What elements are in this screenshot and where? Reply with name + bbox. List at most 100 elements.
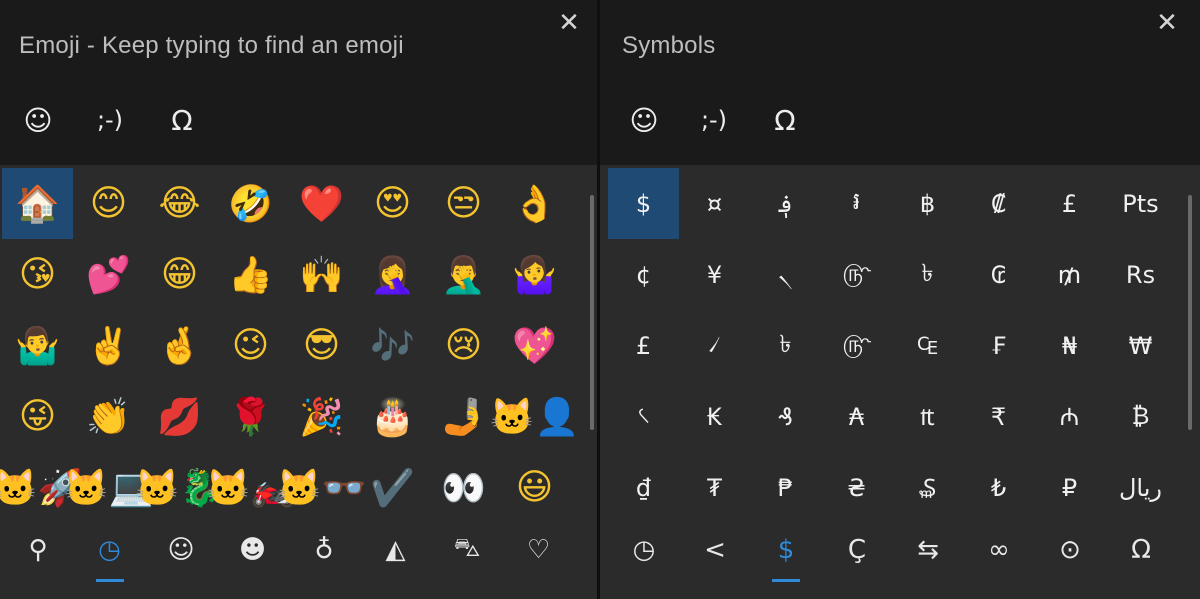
emoji-cell[interactable]: 😒 [428, 168, 499, 239]
emoji-cell[interactable]: 👍 [215, 239, 286, 310]
symbol-cell[interactable]: ₳ [821, 381, 892, 452]
emoji-cell[interactable]: ✔️ [357, 452, 428, 523]
symbol-cell[interactable]: ৲ [750, 239, 821, 310]
car-icon[interactable]: ⛍ [437, 522, 497, 578]
close-icon[interactable]: ✕ [1154, 10, 1180, 36]
symbol-cell[interactable]: ¢ [608, 239, 679, 310]
symbol-cell[interactable]: ₢ [963, 239, 1034, 310]
emoji-cell[interactable]: 😁 [144, 239, 215, 310]
emoji-cell[interactable]: 🐱‍👓 [277, 452, 367, 523]
symbol-cell[interactable]: ₴ [821, 452, 892, 523]
emoji-cell[interactable]: 😍 [357, 168, 428, 239]
symbol-cell[interactable]: $ [608, 168, 679, 239]
emoji-cell[interactable]: 🐱‍🐉 [135, 452, 225, 523]
emoji-cell[interactable]: 🙌 [286, 239, 357, 310]
circled-dot-icon[interactable]: ⊙ [1040, 522, 1100, 578]
symbol-cell[interactable]: ₩ [1105, 310, 1176, 381]
symbol-cell[interactable]: ¥ [679, 239, 750, 310]
c-cedilla-icon[interactable]: Ç [827, 522, 887, 578]
symbol-cell[interactable]: ៛ [821, 168, 892, 239]
emoji-cell[interactable]: 🤦‍♀️ [357, 239, 428, 310]
symbol-cell[interactable]: ₺ [963, 452, 1034, 523]
emoji-cell[interactable]: 😂 [144, 168, 215, 239]
emoji-cell[interactable]: 🏠 [2, 168, 73, 239]
emoji-cell[interactable]: 😊 [73, 168, 144, 239]
symbol-cell[interactable]: ৳ [750, 310, 821, 381]
emoji-cell[interactable]: 😎 [286, 310, 357, 381]
tab-emoji[interactable]: ☺ [614, 90, 674, 150]
emoji-cell[interactable]: 💖 [499, 310, 570, 381]
emoji-cell[interactable]: 🐱‍💻 [64, 452, 154, 523]
recent-clock-icon[interactable]: ◷ [80, 522, 140, 582]
symbol-cell[interactable]: ₡ [963, 168, 1034, 239]
symbol-cell[interactable]: ₰ [750, 381, 821, 452]
emoji-cell[interactable]: 🤞 [144, 310, 215, 381]
symbol-cell[interactable]: ₦ [1034, 310, 1105, 381]
emoji-cell[interactable]: 😘 [2, 239, 73, 310]
infinity-icon[interactable]: ∞ [969, 522, 1029, 578]
symbols-scrollbar[interactable] [1188, 195, 1192, 430]
emoji-cell[interactable]: 😢 [428, 310, 499, 381]
emoji-cell[interactable]: 💕 [73, 239, 144, 310]
less-than-icon[interactable]: < [685, 522, 745, 578]
emoji-cell[interactable]: 🎶 [357, 310, 428, 381]
emoji-scrollbar[interactable] [590, 195, 594, 430]
symbol-cell[interactable]: ₭ [679, 381, 750, 452]
emoji-cell[interactable]: 👌 [499, 168, 570, 239]
emoji-cell[interactable]: 👏 [73, 381, 144, 452]
close-icon[interactable]: ✕ [556, 10, 582, 36]
balloon-icon[interactable]: ♁ [294, 522, 354, 578]
emoji-cell[interactable]: 🌹 [215, 381, 286, 452]
symbol-cell[interactable]: ₽ [1034, 452, 1105, 523]
symbol-cell[interactable]: ৳ [892, 239, 963, 310]
tab-kaomoji[interactable]: ;-) [684, 90, 744, 150]
emoji-cell[interactable]: 😃 [499, 452, 570, 523]
symbol-cell[interactable]: ₮ [679, 452, 750, 523]
emoji-cell[interactable]: 🐱‍🚀 [0, 452, 82, 523]
symbol-cell[interactable]: Rs [1105, 239, 1176, 310]
emoji-cell[interactable]: 🤳 [428, 381, 499, 452]
emoji-cell[interactable]: 🐱‍🏍 [206, 452, 296, 523]
symbol-cell[interactable]: ௹ [821, 310, 892, 381]
emoji-cell[interactable]: 🤷‍♀️ [499, 239, 570, 310]
symbol-cell[interactable]: ₼ [1034, 381, 1105, 452]
symbol-cell[interactable]: ₫ [608, 452, 679, 523]
emoji-cell[interactable]: ❤️ [286, 168, 357, 239]
symbol-cell[interactable]: ₷ [892, 452, 963, 523]
omega-symbol-icon[interactable]: Ω [1111, 522, 1171, 578]
emoji-cell[interactable]: 😜 [2, 381, 73, 452]
symbol-cell[interactable]: ؋ [750, 168, 821, 239]
symbol-cell[interactable]: Pts [1105, 168, 1176, 239]
emoji-cell[interactable]: 🤦‍♂️ [428, 239, 499, 310]
symbol-cell[interactable]: ₠ [892, 310, 963, 381]
emoji-cell[interactable]: 🎂 [357, 381, 428, 452]
symbol-cell[interactable]: ฿ [892, 168, 963, 239]
symbol-cell[interactable]: ¤ [679, 168, 750, 239]
pizza-icon[interactable]: ◭ [366, 522, 426, 578]
emoji-cell[interactable]: ✌️ [73, 310, 144, 381]
symbol-cell[interactable]: ৴ [679, 310, 750, 381]
symbol-cell[interactable]: ریال [1105, 452, 1176, 523]
symbol-cell[interactable]: £ [608, 310, 679, 381]
people-icon[interactable]: ☻ [223, 522, 283, 578]
smiley-face-icon[interactable]: ☺ [151, 522, 211, 578]
symbol-cell[interactable]: ௹ [821, 239, 892, 310]
tab-symbols[interactable]: Ω [755, 90, 815, 150]
symbol-cell[interactable]: ₣ [963, 310, 1034, 381]
search-icon[interactable]: ⚲ [8, 522, 68, 578]
emoji-cell[interactable]: 🤣 [215, 168, 286, 239]
symbol-cell[interactable]: ₶ [892, 381, 963, 452]
tab-emoji[interactable]: ☺ [8, 90, 68, 150]
dollar-currency-icon[interactable]: $ [756, 522, 816, 582]
arrows-icon[interactable]: ⇆ [898, 522, 958, 578]
tab-symbols[interactable]: Ω [152, 90, 212, 150]
emoji-cell[interactable]: 🤷‍♂️ [2, 310, 73, 381]
symbol-cell[interactable]: ₿ [1105, 381, 1176, 452]
symbol-cell[interactable]: ৻ [608, 381, 679, 452]
symbol-cell[interactable]: £ [1034, 168, 1105, 239]
emoji-cell[interactable]: 🎉 [286, 381, 357, 452]
emoji-cell[interactable]: 👀 [428, 452, 499, 523]
symbol-cell[interactable]: ₥ [1034, 239, 1105, 310]
tab-kaomoji[interactable]: ;-) [80, 90, 140, 150]
symbol-cell[interactable]: ₱ [750, 452, 821, 523]
